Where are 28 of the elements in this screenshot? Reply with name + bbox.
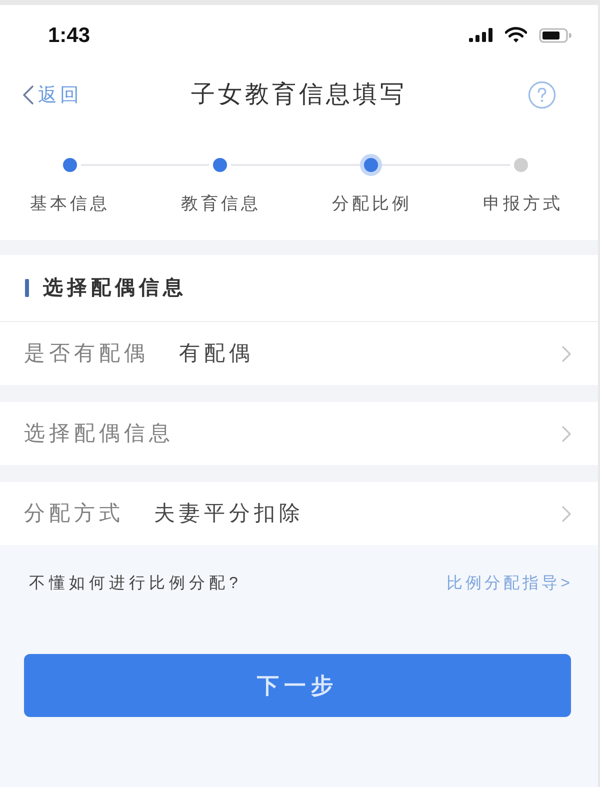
guide-link[interactable]: 比例分配指导> <box>446 576 573 592</box>
hint-text: 不懂如何进行比例分配? <box>29 576 242 592</box>
list-row[interactable]: 选择配偶信息 <box>0 402 598 465</box>
section-title: 选择配偶信息 <box>43 278 187 298</box>
step-label: 分配比例 <box>331 193 413 215</box>
row-value: 有配偶 <box>179 343 254 364</box>
step-label: 教育信息 <box>180 193 262 215</box>
battery-icon <box>539 28 572 42</box>
list-row[interactable]: 分配方式 夫妻平分扣除 <box>0 482 598 545</box>
chevron-right-icon <box>562 346 571 362</box>
step-label: 基本信息 <box>29 193 111 215</box>
next-step-button[interactable]: 下一步 <box>24 654 571 717</box>
chevron-right-icon <box>562 506 571 522</box>
row-label: 分配方式 <box>24 503 124 524</box>
step-label: 申报方式 <box>482 193 564 215</box>
signal-icon <box>469 28 493 42</box>
status-time: 1:43 <box>48 24 90 46</box>
wifi-icon <box>505 27 527 43</box>
page-title: 子女教育信息填写 <box>191 83 407 107</box>
chevron-right-icon <box>562 426 571 442</box>
accent-bar-icon <box>25 279 29 297</box>
list-row[interactable]: 是否有配偶 有配偶 <box>0 322 598 385</box>
row-value: 夫妻平分扣除 <box>154 503 304 524</box>
row-label: 选择配偶信息 <box>24 423 174 444</box>
chevron-left-icon <box>22 85 34 105</box>
row-label: 是否有配偶 <box>24 343 149 364</box>
help-icon[interactable] <box>528 81 556 109</box>
back-button[interactable]: 返回 <box>22 85 82 105</box>
